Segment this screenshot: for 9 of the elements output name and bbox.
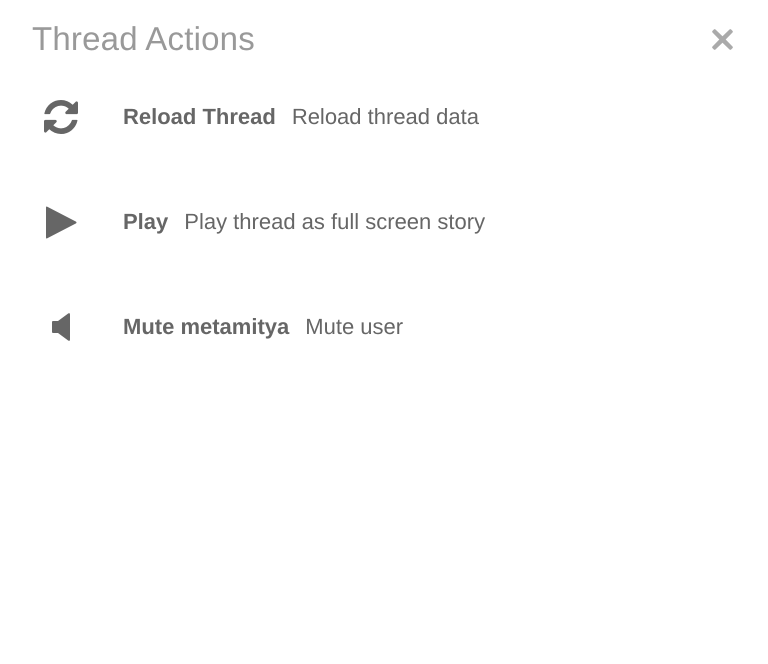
dialog-title: Thread Actions bbox=[32, 19, 255, 59]
action-item[interactable]: Play Play thread as full screen story bbox=[44, 205, 486, 239]
refresh-icon bbox=[44, 100, 78, 134]
play-icon bbox=[45, 206, 77, 238]
action-item[interactable]: Reload Thread Reload thread data bbox=[44, 100, 479, 134]
close-icon bbox=[712, 28, 733, 50]
close-button[interactable] bbox=[712, 28, 733, 50]
speaker-icon bbox=[52, 312, 70, 340]
action-item[interactable]: Mute metamitya Mute user bbox=[44, 310, 404, 344]
